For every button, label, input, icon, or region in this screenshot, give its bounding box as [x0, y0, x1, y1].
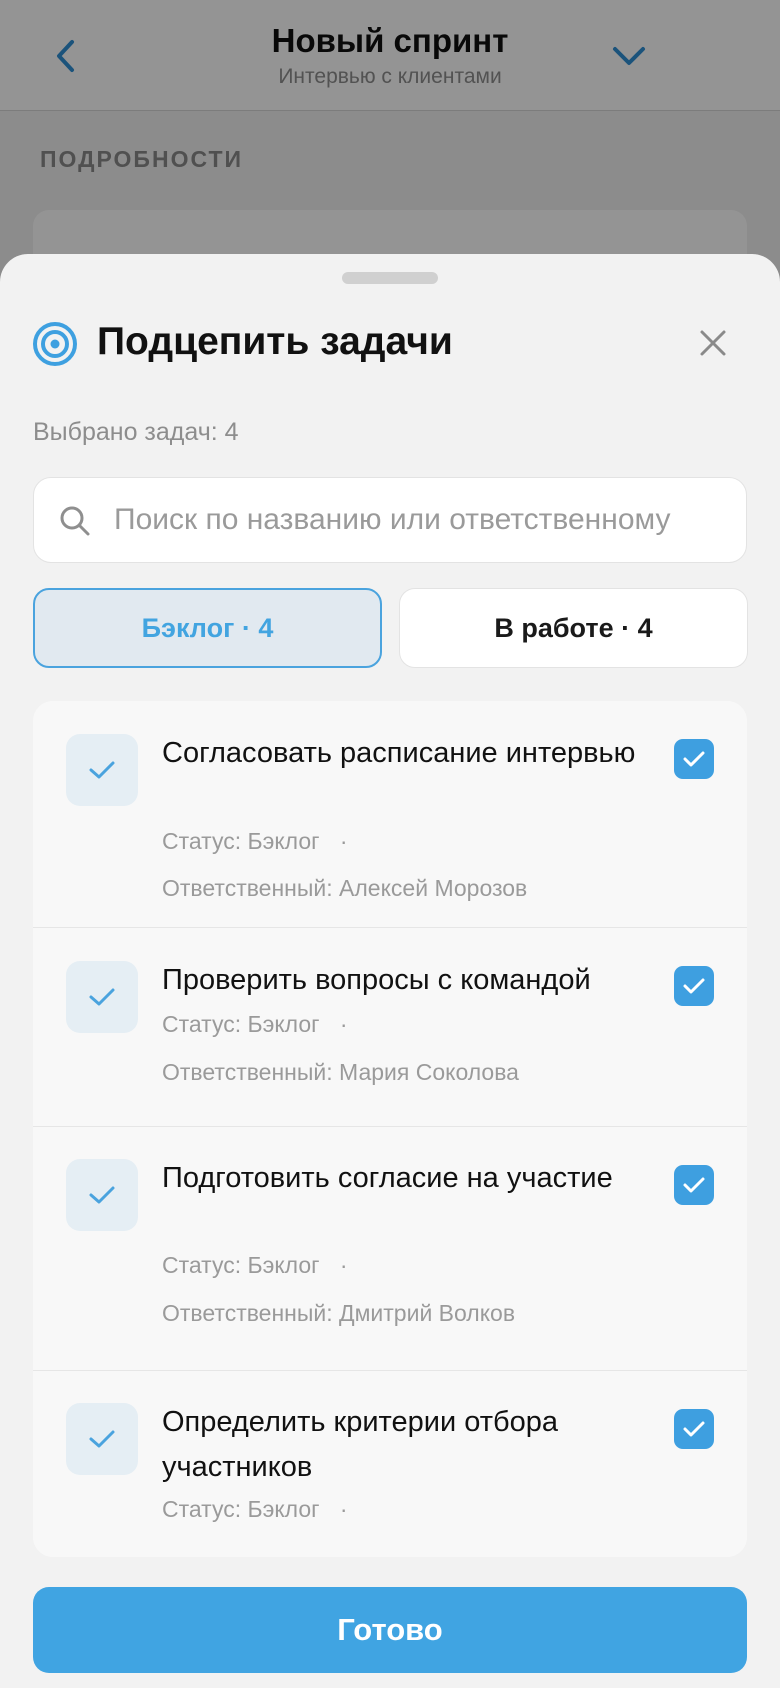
task-checkbox[interactable] [674, 1165, 714, 1205]
task-status: Статус: Бэклог · [162, 1010, 348, 1038]
task-row[interactable]: Подготовить согласие на участие Статус: … [33, 1127, 747, 1371]
checkmark-icon [683, 978, 705, 994]
link-tasks-sheet: Подцепить задачи Выбрано задач: 4 Бэклог… [0, 254, 780, 1688]
task-status: Статус: Бэклог · [162, 827, 348, 855]
task-tile [66, 734, 138, 806]
task-checkbox[interactable] [674, 739, 714, 779]
task-status: Статус: Бэклог · [162, 1495, 348, 1523]
check-icon [89, 761, 115, 779]
task-title: Определить критерии отбора участников [162, 1406, 558, 1483]
task-tile [66, 1403, 138, 1475]
status-text: Статус: Бэклог [162, 828, 320, 854]
meta-separator: · [339, 1011, 348, 1037]
task-assignee: Ответственный: Мария Соколова [162, 1059, 519, 1085]
meta-separator: · [339, 1496, 348, 1522]
task-row[interactable]: Определить критерии отбора участников Ст… [33, 1371, 747, 1557]
done-button[interactable]: Готово [33, 1587, 747, 1673]
task-title: Подготовить согласие на участие [162, 1162, 613, 1194]
tab-backlog[interactable]: Бэклог · 4 [33, 588, 382, 668]
search-input[interactable] [114, 478, 714, 562]
close-icon [700, 330, 726, 356]
sheet-title: Подцепить задачи [97, 320, 453, 363]
tab-in-work[interactable]: В работе · 4 [399, 588, 748, 668]
status-text: Статус: Бэклог [162, 1011, 320, 1037]
check-icon [89, 1430, 115, 1448]
task-assignee: Ответственный: Алексей Морозов [162, 875, 528, 901]
task-row[interactable]: Проверить вопросы с командой Статус: Бэк… [33, 928, 747, 1127]
search-field[interactable] [33, 477, 747, 563]
task-tile [66, 961, 138, 1033]
status-text: Статус: Бэклог [162, 1496, 320, 1522]
check-icon [89, 1186, 115, 1204]
search-icon [60, 506, 90, 536]
task-row[interactable]: Согласовать расписание интервью Статус: … [33, 701, 747, 928]
screen: Новый спринт Интервью с клиентами ПОДРОБ… [0, 0, 780, 1688]
target-icon [33, 322, 77, 366]
sheet-grabber[interactable] [342, 272, 438, 284]
close-button[interactable] [688, 318, 738, 368]
task-title: Согласовать расписание интервью [162, 737, 636, 769]
selected-count: Выбрано задач: 4 [33, 418, 239, 446]
task-status: Статус: Бэклог · [162, 1251, 348, 1279]
checkmark-icon [683, 1421, 705, 1437]
checkmark-icon [683, 751, 705, 767]
status-text: Статус: Бэклог [162, 1252, 320, 1278]
task-title: Проверить вопросы с командой [162, 964, 591, 996]
task-list[interactable]: Согласовать расписание интервью Статус: … [33, 701, 747, 1557]
task-checkbox[interactable] [674, 1409, 714, 1449]
meta-separator: · [339, 1252, 348, 1278]
task-assignee: Ответственный: Дмитрий Волков [162, 1300, 516, 1326]
task-checkbox[interactable] [674, 966, 714, 1006]
task-tile [66, 1159, 138, 1231]
check-icon [89, 988, 115, 1006]
meta-separator: · [339, 828, 348, 854]
checkmark-icon [683, 1177, 705, 1193]
